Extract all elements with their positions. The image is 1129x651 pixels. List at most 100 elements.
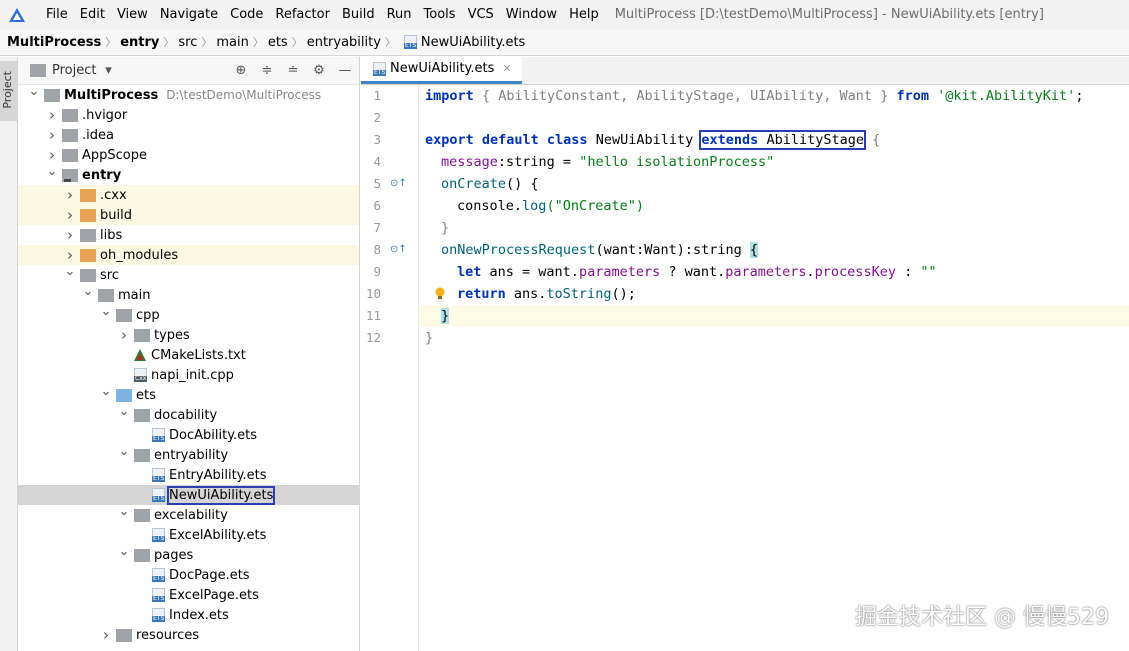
chevron-right-icon[interactable]: ›	[64, 226, 76, 244]
chevron-down-icon[interactable]: ⌄	[100, 385, 112, 398]
tree-item[interactable]: ⌄ excelability	[18, 505, 359, 525]
tree-item-label: ets	[136, 387, 156, 403]
tree-item[interactable]: › .idea	[18, 125, 359, 145]
chevron-right-icon[interactable]: ›	[46, 106, 58, 124]
tree-item[interactable]: › types	[18, 325, 359, 345]
menu-edit[interactable]: Edit	[74, 0, 111, 29]
menu-run[interactable]: Run	[381, 0, 418, 29]
menu-tools[interactable]: Tools	[418, 0, 462, 29]
tree-item-path: D:\testDemo\MultiProcess	[166, 88, 322, 102]
project-tool-tab[interactable]: Project	[0, 61, 17, 121]
locate-icon[interactable]: ⊕	[233, 63, 249, 79]
chevron-down-icon[interactable]: ⌄	[118, 445, 130, 458]
menu-window[interactable]: Window	[500, 0, 563, 29]
tree-item[interactable]: › resources	[18, 625, 359, 645]
project-panel-title[interactable]: Project	[52, 63, 96, 78]
code-line: let ans = want.parameters ? want.paramet…	[419, 261, 1129, 283]
menu-file[interactable]: File	[40, 0, 74, 29]
expand-all-icon[interactable]: ≑	[259, 63, 275, 79]
tree-item[interactable]: › build	[18, 205, 359, 225]
breadcrumb-item[interactable]: entry	[120, 35, 159, 50]
editor-tab-newuiability[interactable]: NewUiAbility.ets ✕	[361, 56, 522, 84]
chevron-down-icon[interactable]: ⌄	[118, 545, 130, 558]
chevron-down-icon[interactable]: ⌄	[118, 505, 130, 518]
menu-code[interactable]: Code	[224, 0, 269, 29]
tree-item[interactable]: ⌄ src	[18, 265, 359, 285]
tree-item[interactable]: ⌄ MultiProcess D:\testDemo\MultiProcess	[18, 85, 359, 105]
menu-build[interactable]: Build	[336, 0, 381, 29]
tree-item[interactable]: ⌄ cpp	[18, 305, 359, 325]
chevron-right-icon[interactable]: ›	[100, 626, 112, 644]
tree-item[interactable]: › libs	[18, 225, 359, 245]
project-view-icon	[30, 64, 46, 77]
minimize-icon[interactable]: —	[337, 63, 353, 79]
breadcrumb-item[interactable]: entryability	[307, 35, 381, 50]
menu-refactor[interactable]: Refactor	[269, 0, 336, 29]
tree-item[interactable]: ⌄ ets	[18, 385, 359, 405]
tree-item[interactable]: Index.ets	[18, 605, 359, 625]
chevron-right-icon[interactable]: ›	[64, 186, 76, 204]
chevron-right-icon[interactable]: ›	[118, 326, 130, 344]
chevron-right-icon: 〉	[105, 36, 117, 49]
tree-item[interactable]: ExcelAbility.ets	[18, 525, 359, 545]
tree-item[interactable]: ExcelPage.ets	[18, 585, 359, 605]
chevron-down-icon[interactable]: ⌄	[82, 285, 94, 298]
tree-item[interactable]: ⌄ pages	[18, 545, 359, 565]
line-number: 7	[373, 220, 381, 235]
override-marker-icon[interactable]: ⊙↑	[390, 173, 407, 195]
chevron-down-icon[interactable]: ⌄	[46, 165, 58, 178]
code-line: }	[419, 327, 1129, 349]
breadcrumb-item[interactable]: NewUiAbility.ets	[421, 35, 525, 50]
override-marker-icon[interactable]: ⊙↑	[390, 239, 407, 261]
tree-item[interactable]: ⌄ main	[18, 285, 359, 305]
tree-item[interactable]: CMakeLists.txt	[18, 345, 359, 365]
tree-item[interactable]: › .cxx	[18, 185, 359, 205]
ets-file-icon	[152, 428, 166, 442]
breadcrumb-item[interactable]: main	[216, 35, 248, 50]
folder-icon	[62, 108, 78, 122]
collapse-all-icon[interactable]: ≐	[285, 63, 301, 79]
tree-item[interactable]: EntryAbility.ets	[18, 465, 359, 485]
editor-tabs: NewUiAbility.ets ✕	[361, 56, 1129, 85]
code-token: '@kit.AbilityKit'	[937, 88, 1076, 104]
tree-item[interactable]: ⌄ entry	[18, 165, 359, 185]
close-icon[interactable]: ✕	[502, 62, 511, 75]
folder-icon	[80, 208, 96, 222]
chevron-down-icon[interactable]: ⌄	[118, 405, 130, 418]
gear-icon[interactable]: ⚙	[311, 63, 327, 79]
tree-item[interactable]: › AppScope	[18, 145, 359, 165]
menu-view[interactable]: View	[111, 0, 154, 29]
code-area[interactable]: import { AbilityConstant, AbilityStage, …	[419, 85, 1129, 651]
tree-item[interactable]: napi_init.cpp	[18, 365, 359, 385]
breadcrumb-item[interactable]: MultiProcess	[7, 35, 101, 50]
tree-item[interactable]: DocAbility.ets	[18, 425, 359, 445]
chevron-right-icon: 〉	[163, 36, 175, 49]
chevron-right-icon[interactable]: ›	[46, 126, 58, 144]
tree-item[interactable]: NewUiAbility.ets	[18, 485, 359, 505]
tree-item[interactable]: ⌄ entryability	[18, 445, 359, 465]
menu-navigate[interactable]: Navigate	[154, 0, 224, 29]
chevron-down-icon[interactable]: ⌄	[64, 265, 76, 278]
code-token: console	[457, 198, 514, 214]
chevron-right-icon[interactable]: ›	[64, 206, 76, 224]
lightbulb-icon[interactable]	[435, 287, 445, 300]
tree-item[interactable]: › oh_modules	[18, 245, 359, 265]
chevron-down-icon[interactable]: ⌄	[100, 305, 112, 318]
chevron-right-icon[interactable]: ›	[64, 246, 76, 264]
tree-item[interactable]: › .hvigor	[18, 105, 359, 125]
tree-item[interactable]: ⌄ docability	[18, 405, 359, 425]
code-token: toString	[546, 286, 612, 302]
cpp-file-icon	[134, 368, 148, 382]
code-token: }	[441, 308, 450, 324]
menu-vcs[interactable]: VCS	[462, 0, 500, 29]
tree-item-label: excelability	[154, 507, 228, 523]
code-token: parameters	[725, 264, 807, 280]
chevron-right-icon[interactable]: ›	[46, 146, 58, 164]
chevron-down-icon[interactable]: ⌄	[28, 85, 40, 98]
breadcrumb-item[interactable]: ets	[268, 35, 288, 50]
menu-help[interactable]: Help	[563, 0, 605, 29]
breadcrumb-item[interactable]: src	[178, 35, 197, 50]
tree-item[interactable]: DocPage.ets	[18, 565, 359, 585]
chevron-down-icon[interactable]: ▾	[100, 63, 116, 79]
tree-item-label: CMakeLists.txt	[151, 347, 246, 363]
